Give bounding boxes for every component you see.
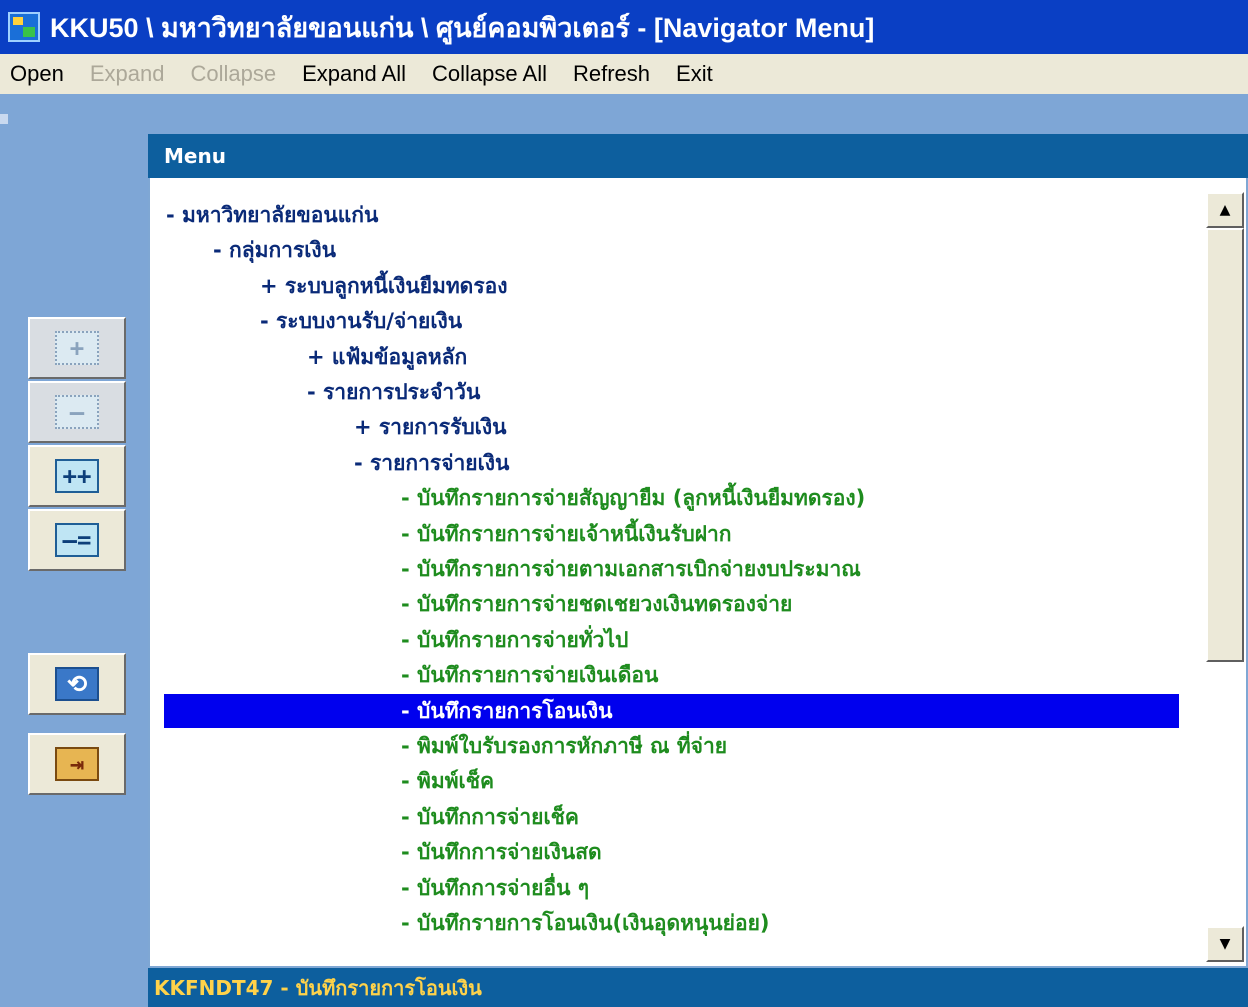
minus-minus-icon: –= [55,523,99,557]
tree-item-label: - บันทึกรายการจ่ายชดเชยวงเงินทดรองจ่าย [401,592,793,617]
tree-item-label: + ระบบลูกหนี้เงินยืมทดรอง [260,273,508,298]
menu-bar: Open Expand Collapse Expand All Collapse… [0,54,1248,94]
tree-node[interactable]: - มหาวิทยาลัยขอนแก่น [166,198,378,232]
menu-refresh[interactable]: Refresh [573,61,650,87]
tree-node[interactable]: + รายการรับเงิน [354,410,506,444]
tree-item-label: - บันทึกรายการจ่ายเจ้าหนี้เงินรับฝาก [401,521,732,546]
tree-item[interactable]: - บันทึกการจ่ายเช็ค [401,800,579,834]
exit-button[interactable]: ⇥ [28,733,126,795]
scroll-track[interactable] [1206,228,1244,926]
tree-item[interactable]: - บันทึกการจ่ายเงินสด [401,835,602,869]
tree-item-label: - บันทึกการจ่ายอื่น ๆ [401,875,590,900]
tree-item-label: - บันทึกรายการจ่ายเงินเดือน [401,663,659,688]
tree-item-label: - บันทึกรายการจ่ายสัญญายืม (ลูกหนี้เงินย… [401,486,866,511]
minus-icon: — [55,395,99,429]
scroll-up-button[interactable]: ▲ [1206,192,1244,228]
menu-collapse: Collapse [190,61,277,86]
menu-exit[interactable]: Exit [676,61,713,87]
tree-node[interactable]: - รายการประจำวัน [307,375,480,409]
tree-item-label: - บันทึกรายการจ่ายทั่วไป [401,627,629,652]
navigator-panel: Menu - มหาวิทยาลัยขอนแก่น - กลุ่มการเงิน +… [148,134,1248,1007]
tree-item[interactable]: - บันทึกการจ่ายอื่น ๆ [401,871,589,905]
menu-tree: - มหาวิทยาลัยขอนแก่น - กลุ่มการเงิน + ระบบ… [148,178,1248,968]
tree-node[interactable]: - ระบบงานรับ/จ่ายเงิน [260,304,462,338]
tree-item[interactable]: - บันทึกรายการจ่ายตามเอกสารเบิกจ่ายงบประ… [401,552,861,586]
tree-item-label: - ระบบงานรับ/จ่ายเงิน [260,309,463,334]
scroll-thumb[interactable] [1206,228,1244,662]
tree-item[interactable]: - บันทึกรายการจ่ายเจ้าหนี้เงินรับฝาก [401,517,732,551]
collapse-all-button[interactable]: –= [28,509,126,571]
menu-expand-all[interactable]: Expand All [302,61,406,87]
tree-item-label: + แฟ้มข้อมูลหลัก [307,344,468,369]
tree-item[interactable]: - บันทึกรายการจ่ายทั่วไป [401,623,628,657]
tree-item-label: - บันทึกรายการโอนเงิน(เงินอุดหนุนย่อย) [401,911,770,935]
tree-item-label: - กลุ่มการเงิน [213,238,337,263]
tree-item-label: - พิมพ์ใบรับรองการหักภาษี ณ ที่จ่าย [401,734,728,758]
tree-item-label: + รายการรับเงิน [354,415,507,440]
menu-expand: Expand [89,61,165,86]
window-edge-marker [0,114,8,124]
tree-item-label: - บันทึกรายการจ่ายตามเอกสารเบิกจ่ายงบประ… [401,557,861,581]
app-icon[interactable] [8,12,40,42]
plus-icon: + [55,331,99,365]
exit-door-icon: ⇥ [55,747,99,781]
panel-header: Menu [148,134,1248,178]
tree-item[interactable]: - บันทึกรายการโอนเงิน(เงินอุดหนุนย่อย) [401,906,769,940]
expand-all-button[interactable]: ++ [28,445,126,507]
refresh-button[interactable]: ⟲ [28,653,126,715]
refresh-icon: ⟲ [55,667,99,701]
vertical-scrollbar[interactable]: ▲ ▼ [1206,192,1244,962]
tree-item[interactable]: - พิมพ์ใบรับรองการหักภาษี ณ ที่จ่าย [401,729,727,763]
tree-item-label: - รายการประจำวัน [307,380,481,404]
scroll-down-button[interactable]: ▼ [1206,926,1244,962]
menu-open[interactable]: Open [10,61,64,87]
tree-item-label: - รายการจ่ายเงิน [354,450,510,475]
tree-node[interactable]: - กลุ่มการเงิน [213,233,336,267]
tree-item[interactable]: - บันทึกรายการจ่ายเงินเดือน [401,658,658,692]
tree-node[interactable]: - รายการจ่ายเงิน [354,446,509,480]
collapse-button[interactable]: — [28,381,126,443]
tree-item[interactable]: - บันทึกรายการจ่ายชดเชยวงเงินทดรองจ่าย [401,587,792,621]
tree-item-selected[interactable]: - บันทึกรายการโอนเงิน [164,693,1179,728]
menu-collapse-all[interactable]: Collapse All [432,61,547,87]
tree-node[interactable]: + ระบบลูกหนี้เงินยืมทดรอง [260,269,507,303]
status-bar: KKFNDT47 - บันทึกรายการโอนเงิน [148,968,1248,1007]
tree-item-label: - พิมพ์เช็ค [401,769,495,794]
plus-plus-icon: ++ [55,459,99,493]
tree-item-label: - มหาวิทยาลัยขอนแก่น [166,203,379,227]
tree-item-label: - บันทึกการจ่ายเงินสด [401,840,602,865]
tree-item[interactable]: - บันทึกรายการจ่ายสัญญายืม (ลูกหนี้เงินย… [401,481,865,515]
tree-item-label: - บันทึกการจ่ายเช็ค [401,804,579,829]
window-title: KKU50 \ มหาวิทยาลัยขอนแก่น \ ศูนย์คอมพิว… [50,12,875,43]
tree-item-label: - บันทึกรายการโอนเงิน [401,698,613,723]
tree-node[interactable]: + แฟ้มข้อมูลหลัก [307,340,467,374]
tree-item[interactable]: - พิมพ์เช็ค [401,764,494,798]
title-bar: KKU50 \ มหาวิทยาลัยขอนแก่น \ ศูนย์คอมพิว… [0,0,1248,54]
expand-button[interactable]: + [28,317,126,379]
